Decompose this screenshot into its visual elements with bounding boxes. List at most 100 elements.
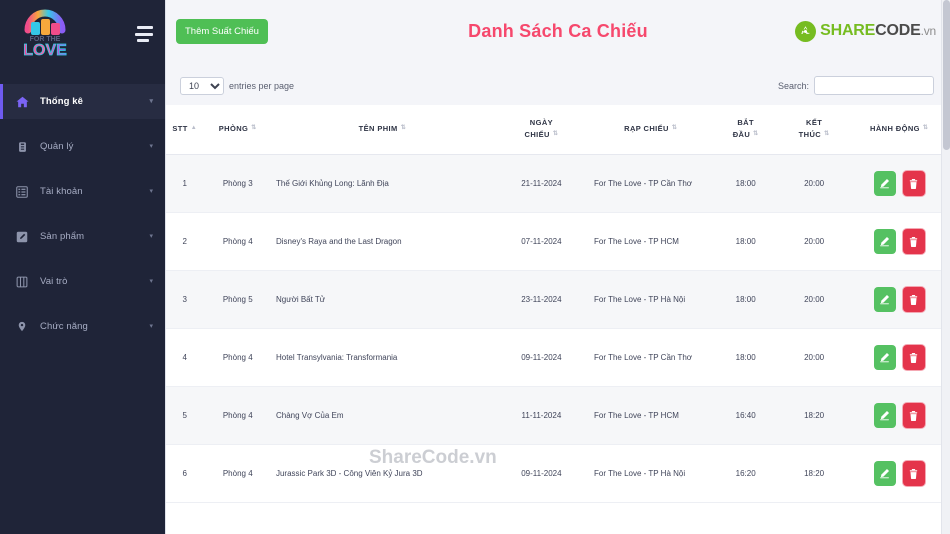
cell-bat-dau: 18:00 bbox=[711, 154, 780, 214]
table-toolbar: 102550100 entries per page Search: bbox=[166, 62, 950, 105]
edit-row-button[interactable] bbox=[873, 403, 896, 429]
column-header-ngay-chieu[interactable]: NGÀY CHIẾU ⇅ bbox=[492, 105, 590, 156]
sidebar-toggle-icon[interactable] bbox=[135, 26, 153, 42]
table-row: 3 Phòng 5 Người Bất Tử 23-11-2024 For The Lo… bbox=[166, 270, 950, 330]
scrollbar-thumb[interactable] bbox=[943, 0, 950, 150]
row-actions bbox=[852, 229, 946, 255]
edit-row-button[interactable] bbox=[873, 229, 896, 255]
column-header-label: NGÀY CHIẾU bbox=[524, 118, 554, 139]
edit-row-button[interactable] bbox=[873, 287, 896, 313]
cell-stt: 5 bbox=[166, 386, 204, 446]
row-actions bbox=[852, 287, 946, 313]
sort-icon: ⇅ bbox=[671, 125, 678, 132]
column-header-rap-chieu[interactable]: RẠP CHIẾU ⇅ bbox=[589, 105, 712, 156]
column-header-label: KẾT THÚC bbox=[798, 118, 823, 139]
row-actions bbox=[852, 403, 946, 429]
sidebar-item-vai-tro[interactable]: Vai trò ▾ bbox=[0, 264, 165, 299]
brand-tld-text: .vn bbox=[920, 24, 937, 38]
cell-phong: Phòng 4 bbox=[203, 212, 272, 272]
sidebar-item-label: Vai trò bbox=[40, 276, 68, 287]
sidebar-item-chuc-nang[interactable]: Chức năng ▾ bbox=[0, 309, 165, 344]
cell-ngay-chieu: 11-11-2024 bbox=[492, 386, 590, 446]
delete-row-button[interactable] bbox=[902, 229, 925, 255]
sidebar-item-san-pham[interactable]: Sản phẩm ▾ bbox=[0, 219, 165, 254]
table-header-row: STT ▲ PHÒNG ⇅ TÊN PHIM ⇅ NGÀY CHIẾU ⇅ RẠP CH… bbox=[166, 105, 950, 156]
table-row: 1 Phòng 3 Thế Giới Khủng Long: Lãnh Địa 21-… bbox=[166, 154, 950, 214]
cell-phong: Phòng 5 bbox=[203, 270, 272, 330]
cell-ngay-chieu: 09-11-2024 bbox=[492, 328, 590, 388]
delete-row-button[interactable] bbox=[902, 403, 925, 429]
edit-row-button[interactable] bbox=[873, 345, 896, 371]
sort-icon: ⇅ bbox=[400, 125, 407, 132]
entries-per-page-control: 102550100 entries per page bbox=[180, 76, 294, 95]
sort-icon: ⇅ bbox=[922, 125, 929, 132]
cell-ket-thuc: 20:00 bbox=[779, 212, 849, 272]
column-header-phong[interactable]: PHÒNG ⇅ bbox=[203, 105, 272, 156]
sidebar-header: FOR THE LOVE bbox=[0, 0, 165, 68]
edit-row-button[interactable] bbox=[873, 461, 896, 487]
sidebar-item-label: Quản lý bbox=[40, 141, 74, 152]
column-header-hanh-dong[interactable]: HÀNH ĐỘNG ⇅ bbox=[848, 105, 950, 156]
pencil-icon bbox=[879, 294, 890, 305]
row-actions bbox=[852, 171, 946, 197]
table-head: STT ▲ PHÒNG ⇅ TÊN PHIM ⇅ NGÀY CHIẾU ⇅ RẠP CH… bbox=[166, 105, 950, 156]
brand-code-text: CODE bbox=[875, 22, 921, 39]
cell-ten-phim: Jurassic Park 3D - Công Viên Kỷ Jura 3D bbox=[271, 444, 493, 504]
column-header-stt[interactable]: STT ▲ bbox=[166, 105, 204, 156]
cell-bat-dau: 18:00 bbox=[711, 328, 780, 388]
sharecode-logo: SHARECODE.vn bbox=[795, 20, 937, 42]
column-header-ket-thuc[interactable]: KẾT THÚC ⇅ bbox=[779, 105, 849, 156]
page-scrollbar[interactable] bbox=[941, 0, 950, 534]
sidebar-item-tai-khoan[interactable]: Tài khoản ▾ bbox=[0, 174, 165, 209]
cell-ket-thuc: 20:00 bbox=[779, 328, 849, 388]
sort-icon: ⇅ bbox=[251, 125, 257, 132]
showtimes-table: STT ▲ PHÒNG ⇅ TÊN PHIM ⇅ NGÀY CHIẾU ⇅ RẠP CH… bbox=[166, 105, 950, 504]
column-header-label: STT bbox=[172, 123, 188, 133]
cell-hanh-dong bbox=[848, 154, 950, 214]
chevron-down-icon: ▾ bbox=[149, 98, 153, 105]
search-input[interactable] bbox=[814, 76, 934, 95]
cell-ket-thuc: 18:20 bbox=[779, 444, 849, 504]
cell-ngay-chieu: 21-11-2024 bbox=[492, 154, 590, 214]
pencil-icon bbox=[879, 352, 890, 363]
sidebar-item-label: Sản phẩm bbox=[40, 231, 85, 242]
column-header-label: TÊN PHIM bbox=[358, 123, 398, 133]
add-showtime-button[interactable]: Thêm Suất Chiếu bbox=[176, 18, 268, 44]
edit-box-icon bbox=[14, 230, 30, 244]
cell-ket-thuc: 18:20 bbox=[779, 386, 849, 446]
cell-hanh-dong bbox=[848, 212, 950, 272]
topbar: Thêm Suất Chiếu Danh Sách Ca Chiếu SHARE… bbox=[166, 0, 950, 62]
cell-bat-dau: 18:00 bbox=[711, 212, 780, 272]
cell-phong: Phòng 4 bbox=[203, 444, 272, 504]
cell-ngay-chieu: 09-11-2024 bbox=[492, 444, 590, 504]
sort-icon: ⇅ bbox=[824, 130, 830, 137]
table-body: 1 Phòng 3 Thế Giới Khủng Long: Lãnh Địa 21-… bbox=[166, 154, 950, 504]
sort-icon: ⇅ bbox=[552, 130, 559, 137]
edit-row-button[interactable] bbox=[873, 171, 896, 197]
home-icon bbox=[14, 95, 30, 109]
column-header-ten-phim[interactable]: TÊN PHIM ⇅ bbox=[271, 105, 493, 156]
column-header-bat-dau[interactable]: BẮT ĐẦU ⇅ bbox=[711, 105, 780, 156]
showtimes-card: 102550100 entries per page Search: STT▲ … bbox=[166, 62, 950, 534]
pencil-icon bbox=[879, 178, 890, 189]
for-the-love-logo[interactable]: FOR THE LOVE bbox=[14, 8, 76, 60]
table-row: 5 Phòng 4 Chàng Vợ Của Em 11-11-2024 For The… bbox=[166, 386, 950, 446]
chevron-down-icon: ▾ bbox=[149, 323, 153, 330]
cell-ten-phim: Disney's Raya and the Last Dragon bbox=[271, 212, 493, 272]
delete-row-button[interactable] bbox=[902, 287, 925, 313]
pencil-icon bbox=[879, 410, 890, 421]
entries-per-page-select[interactable]: 102550100 bbox=[180, 76, 224, 95]
delete-row-button[interactable] bbox=[902, 461, 925, 487]
column-header-label: BẮT ĐẦU bbox=[732, 118, 754, 139]
cell-phong: Phòng 4 bbox=[203, 328, 272, 388]
cell-stt: 3 bbox=[166, 270, 204, 330]
column-header-label: RẠP CHIẾU bbox=[624, 123, 669, 133]
delete-row-button[interactable] bbox=[902, 171, 925, 197]
cell-rap-chieu: For The Love - TP HCM bbox=[589, 212, 712, 272]
cell-bat-dau: 16:20 bbox=[711, 444, 780, 504]
pencil-icon bbox=[879, 236, 890, 247]
sidebar-item-thong-ke[interactable]: Thống kê ▾ bbox=[0, 84, 165, 119]
sidebar-item-quan-ly[interactable]: Quản lý ▾ bbox=[0, 129, 165, 164]
cell-ten-phim: Người Bất Tử bbox=[271, 270, 493, 330]
delete-row-button[interactable] bbox=[902, 345, 925, 371]
